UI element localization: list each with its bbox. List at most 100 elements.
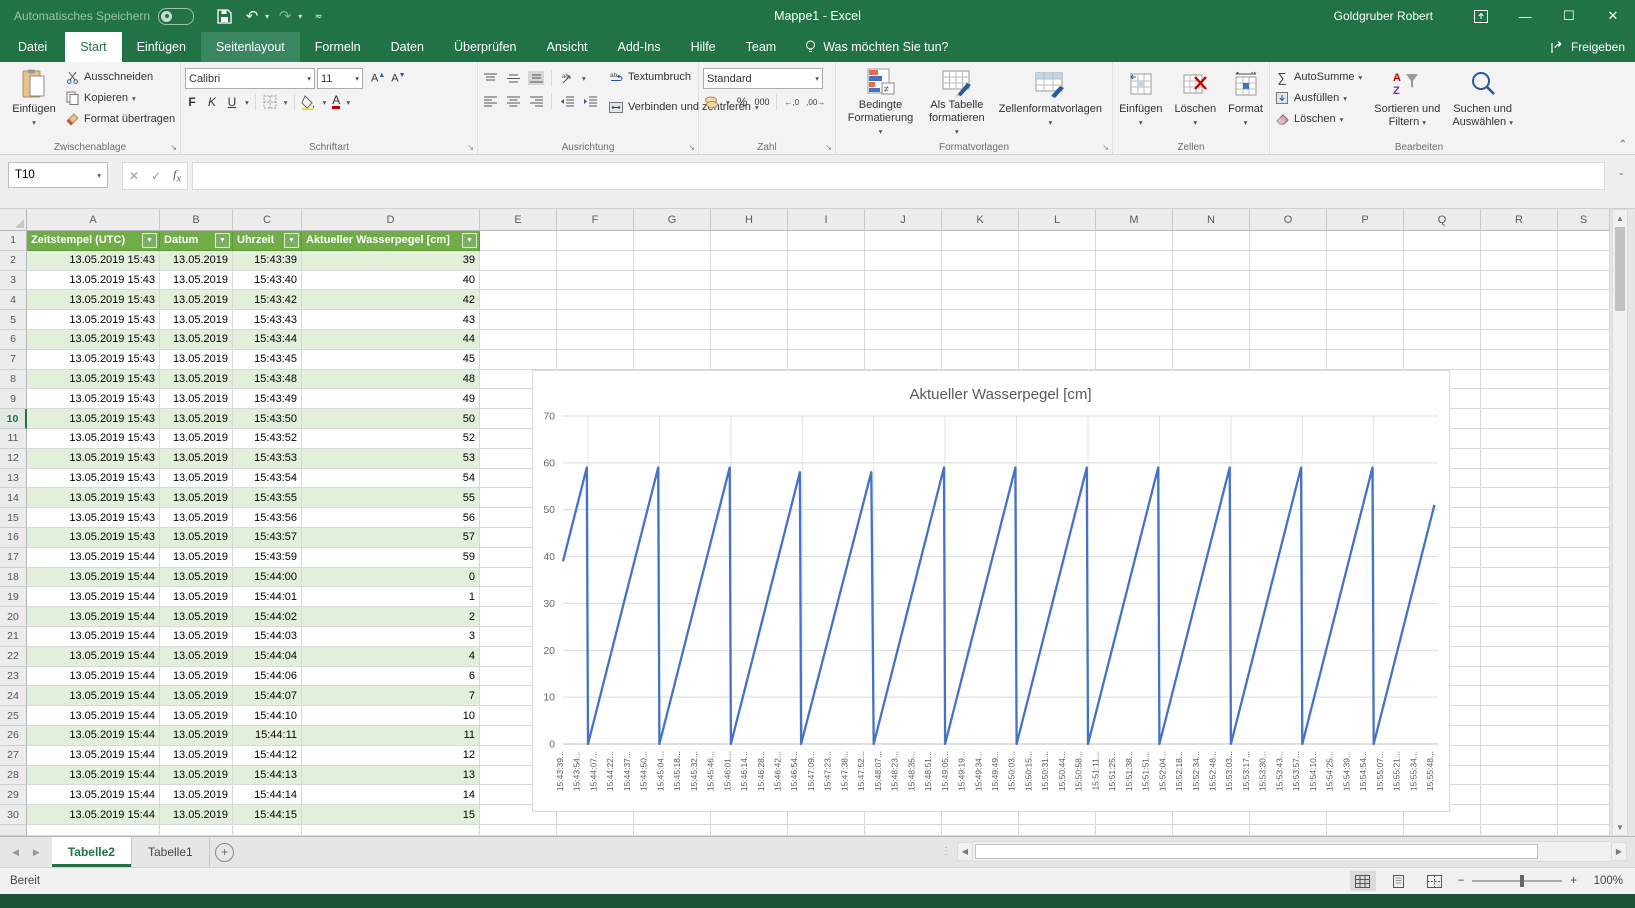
cell-A23[interactable]: 13.05.2019 15:44 [27,667,160,687]
row-header-22[interactable]: 22 [0,647,27,667]
tab-daten[interactable]: Daten [376,32,439,62]
cell-A6[interactable]: 13.05.2019 15:43 [27,330,160,350]
cell-R29[interactable] [1481,785,1558,805]
cell-S15[interactable] [1558,508,1610,528]
cell-B3[interactable]: 13.05.2019 [160,271,233,291]
cell-R16[interactable] [1481,528,1558,548]
cell-P7[interactable] [1327,350,1404,370]
cell-A31[interactable] [27,825,160,836]
cell-S11[interactable] [1558,429,1610,449]
cell-C4[interactable]: 15:43:42 [233,290,302,310]
increase-indent-icon[interactable] [582,94,598,108]
cell-F7[interactable] [557,350,634,370]
cell-A17[interactable]: 13.05.2019 15:44 [27,548,160,568]
confirm-entry-icon[interactable]: ✓ [151,169,161,183]
row-header-7[interactable]: 7 [0,350,27,370]
accounting-format-icon[interactable] [703,95,719,109]
cell-C6[interactable]: 15:43:44 [233,330,302,350]
sheet-tab-tabelle2[interactable]: Tabelle2 [52,837,132,867]
cell-R19[interactable] [1481,587,1558,607]
row-header-1[interactable]: 1 [0,231,27,251]
cell-B25[interactable]: 13.05.2019 [160,706,233,726]
insert-cells-button[interactable]: Einfügen ▾ [1113,65,1168,139]
tab-seitenlayout[interactable]: Seitenlayout [201,32,300,62]
cell-P4[interactable] [1327,290,1404,310]
cell-I7[interactable] [788,350,865,370]
column-header-H[interactable]: H [711,209,788,231]
increase-font-icon[interactable]: A▲ [371,72,385,85]
cell-B5[interactable]: 13.05.2019 [160,310,233,330]
cell-C16[interactable]: 15:43:57 [233,528,302,548]
italic-button[interactable]: K [205,95,219,109]
row-header-15[interactable]: 15 [0,508,27,528]
conditional-formatting-button[interactable]: ≠ Bedingte Formatierung ▾ [840,65,921,139]
cell-G3[interactable] [634,271,711,291]
clipboard-dialog-launcher-icon[interactable]: ↘ [170,143,177,152]
cell-S1[interactable] [1558,231,1610,251]
row-header-20[interactable]: 20 [0,607,27,627]
cell-B14[interactable]: 13.05.2019 [160,488,233,508]
cell-K7[interactable] [942,350,1019,370]
cell-N2[interactable] [1173,251,1250,271]
cell-R28[interactable] [1481,766,1558,786]
cell-B4[interactable]: 13.05.2019 [160,290,233,310]
column-header-P[interactable]: P [1327,209,1404,231]
horizontal-scroll-thumb[interactable] [975,844,1538,859]
row-header-16[interactable]: 16 [0,528,27,548]
row-header-11[interactable]: 11 [0,429,27,449]
row-header-17[interactable]: 17 [0,548,27,568]
cell-D8[interactable]: 48 [302,370,480,390]
cell-D27[interactable]: 12 [302,746,480,766]
cell-S21[interactable] [1558,627,1610,647]
cell-I31[interactable] [788,825,865,836]
cell-B24[interactable]: 13.05.2019 [160,686,233,706]
cell-Q1[interactable] [1404,231,1481,251]
number-format-combo[interactable]: Standard▾ [703,68,823,89]
column-header-G[interactable]: G [634,209,711,231]
save-icon[interactable] [212,5,236,27]
cell-M5[interactable] [1096,310,1173,330]
cell-B19[interactable]: 13.05.2019 [160,587,233,607]
column-header-D[interactable]: D [302,209,480,231]
page-break-view-icon[interactable] [1422,871,1448,891]
cell-A28[interactable]: 13.05.2019 15:44 [27,766,160,786]
cell-O5[interactable] [1250,310,1327,330]
cell-O7[interactable] [1250,350,1327,370]
cell-D13[interactable]: 54 [302,469,480,489]
cell-B27[interactable]: 13.05.2019 [160,746,233,766]
zoom-level[interactable]: 100% [1585,875,1623,887]
cell-N6[interactable] [1173,330,1250,350]
cell-B22[interactable]: 13.05.2019 [160,647,233,667]
cell-A27[interactable]: 13.05.2019 15:44 [27,746,160,766]
cell-C22[interactable]: 15:44:04 [233,647,302,667]
cell-A8[interactable]: 13.05.2019 15:43 [27,370,160,390]
alignment-dialog-launcher-icon[interactable]: ↘ [688,143,695,152]
cell-I6[interactable] [788,330,865,350]
column-header-N[interactable]: N [1173,209,1250,231]
water-level-chart[interactable]: 010203040506070Aktueller Wasserpegel [cm… [532,370,1450,812]
cell-D23[interactable]: 6 [302,667,480,687]
cell-B23[interactable]: 13.05.2019 [160,667,233,687]
cell-A15[interactable]: 13.05.2019 15:43 [27,508,160,528]
cell-C9[interactable]: 15:43:49 [233,389,302,409]
cell-R18[interactable] [1481,568,1558,588]
cell-L31[interactable] [1019,825,1096,836]
cell-N31[interactable] [1173,825,1250,836]
cell-J5[interactable] [865,310,942,330]
cell-S10[interactable] [1558,409,1610,429]
tell-me-box[interactable]: Was möchten Sie tun? [791,32,962,62]
cell-S12[interactable] [1558,449,1610,469]
tab-ueberpruefen[interactable]: Überprüfen [439,32,532,62]
cell-J31[interactable] [865,825,942,836]
cell-S19[interactable] [1558,587,1610,607]
collapse-ribbon-icon[interactable]: ⌃ [1619,139,1627,150]
cell-S26[interactable] [1558,726,1610,746]
cell-C17[interactable]: 15:43:59 [233,548,302,568]
cell-R20[interactable] [1481,607,1558,627]
row-header-21[interactable]: 21 [0,627,27,647]
column-header-F[interactable]: F [557,209,634,231]
column-header-A[interactable]: A [27,209,160,231]
cell-A26[interactable]: 13.05.2019 15:44 [27,726,160,746]
cell-Q4[interactable] [1404,290,1481,310]
row-header-30[interactable]: 30 [0,805,27,825]
